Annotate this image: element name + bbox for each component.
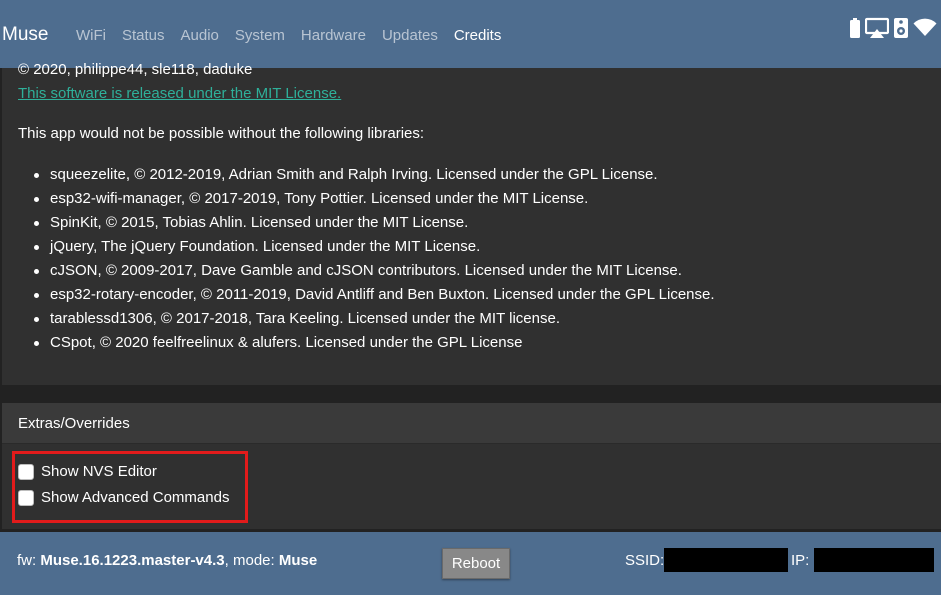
nav-hardware[interactable]: Hardware (301, 27, 366, 44)
library-item: CSpot, © 2020 feelfreelinux & alufers. L… (34, 333, 715, 357)
extras-card: Extras/Overrides Show NVS Editor Show Ad… (2, 403, 941, 529)
firmware-info: fw: Muse.16.1223.master-v4.3, mode: Muse (17, 552, 317, 569)
show-advanced-commands-toggle[interactable]: Show Advanced Commands (18, 489, 229, 506)
libraries-list: squeezelite, © 2012-2019, Adrian Smith a… (34, 165, 715, 357)
fw-version: Muse.16.1223.master-v4.3 (40, 552, 225, 569)
library-item: SpinKit, © 2015, Tobias Ahlin. Licensed … (34, 213, 715, 237)
nav-status[interactable]: Status (122, 27, 165, 44)
library-item: cJSON, © 2009-2017, Dave Gamble and cJSO… (34, 261, 715, 285)
highlight-box (12, 451, 248, 523)
ip-redacted (814, 548, 934, 572)
fw-prefix: fw: (17, 552, 41, 569)
library-item: jQuery, The jQuery Foundation. Licensed … (34, 237, 715, 261)
libraries-intro: This app would not be possible without t… (18, 125, 425, 142)
nav-audio[interactable]: Audio (181, 27, 219, 44)
advanced-commands-label: Show Advanced Commands (41, 489, 230, 506)
advanced-commands-checkbox[interactable] (18, 489, 34, 506)
navbar: Muse WiFi Status Audio System Hardware U… (0, 0, 941, 68)
nav-system[interactable]: System (235, 27, 285, 44)
library-item: squeezelite, © 2012-2019, Adrian Smith a… (34, 165, 715, 189)
library-item: esp32-rotary-encoder, © 2011-2019, David… (34, 285, 715, 309)
wifi-icon (913, 18, 937, 43)
battery-icon (849, 17, 861, 44)
ssid-label: SSID: (625, 552, 665, 569)
reboot-button[interactable]: Reboot (442, 548, 510, 579)
nav-updates[interactable]: Updates (382, 27, 438, 44)
footer: fw: Muse.16.1223.master-v4.3, mode: Muse… (0, 532, 941, 595)
airplay-icon (864, 17, 890, 44)
ssid-redacted (664, 548, 788, 572)
copyright-line: © 2020, philippe44, sle118, daduke (18, 61, 253, 78)
extras-header: Extras/Overrides (2, 403, 941, 444)
nav-credits[interactable]: Credits (454, 27, 502, 44)
nav-wifi[interactable]: WiFi (76, 27, 106, 44)
library-item: tarablessd1306, © 2017-2018, Tara Keelin… (34, 309, 715, 333)
status-icons (849, 17, 937, 44)
nvs-editor-checkbox[interactable] (18, 463, 34, 480)
mode-prefix: , mode: (224, 552, 279, 569)
credits-card: © 2020, philippe44, sle118, daduke This … (2, 61, 941, 385)
nav-links: WiFi Status Audio System Hardware Update… (76, 27, 517, 44)
ip-label: IP: (791, 552, 810, 569)
show-nvs-editor-toggle[interactable]: Show NVS Editor (18, 463, 157, 480)
library-item: esp32-wifi-manager, © 2017-2019, Tony Po… (34, 189, 715, 213)
brand[interactable]: Muse (2, 24, 72, 46)
mit-license-link[interactable]: This software is released under the MIT … (18, 85, 341, 102)
speaker-icon (893, 17, 909, 44)
mode-value: Muse (278, 552, 318, 569)
nvs-editor-label: Show NVS Editor (41, 463, 157, 480)
